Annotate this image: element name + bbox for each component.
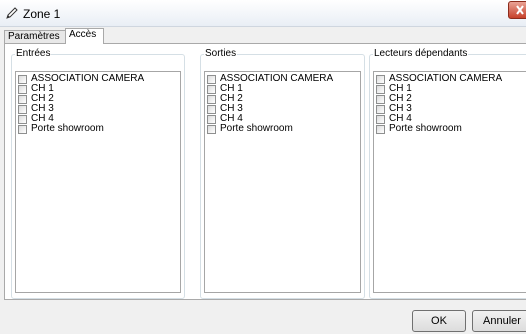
close-icon (516, 5, 524, 15)
pencil-icon (5, 6, 19, 20)
window-title: Zone 1 (23, 7, 61, 21)
group-lecteurs-title: Lecteurs dépendants (374, 48, 468, 59)
checkbox-icon[interactable] (376, 74, 385, 84)
checkbox-icon[interactable] (207, 94, 216, 104)
checkbox-icon[interactable] (18, 114, 27, 124)
list-item-label: Porte showroom (389, 123, 462, 134)
checkbox-icon[interactable] (376, 84, 385, 94)
checkbox-icon[interactable] (18, 84, 27, 94)
checkbox-icon[interactable] (376, 94, 385, 104)
checkbox-icon[interactable] (207, 84, 216, 94)
cancel-button[interactable]: Annuler (472, 310, 526, 332)
group-entrees: Entrées ASSOCIATION CAMERA CH 1 CH 2 CH … (11, 48, 185, 299)
tab-acces[interactable]: Accès (65, 28, 104, 44)
checkbox-icon[interactable] (18, 74, 27, 84)
tab-parametres[interactable]: Paramètres (4, 30, 66, 43)
sorties-checklist[interactable]: ASSOCIATION CAMERA CH 1 CH 2 CH 3 CH 4 P… (204, 71, 361, 293)
checkbox-icon[interactable] (207, 104, 216, 114)
checkbox-icon[interactable] (18, 94, 27, 104)
list-item[interactable]: Porte showroom (376, 124, 526, 134)
entrees-checklist[interactable]: ASSOCIATION CAMERA CH 1 CH 2 CH 3 CH 4 P… (15, 71, 181, 293)
checkbox-icon[interactable] (376, 124, 385, 134)
tab-panel-acces: Entrées ASSOCIATION CAMERA CH 1 CH 2 CH … (4, 43, 526, 300)
list-item[interactable]: Porte showroom (207, 124, 358, 134)
checkbox-icon[interactable] (376, 114, 385, 124)
list-item-label: Porte showroom (220, 123, 293, 134)
checkbox-icon[interactable] (207, 124, 216, 134)
checkbox-icon[interactable] (207, 114, 216, 124)
checkbox-icon[interactable] (207, 74, 216, 84)
group-entrees-title: Entrées (16, 48, 51, 59)
button-bar: OK Annuler (0, 300, 526, 334)
ok-button[interactable]: OK (412, 310, 466, 332)
lecteurs-checklist[interactable]: ASSOCIATION CAMERA CH 1 CH 2 CH 3 CH 4 P… (373, 71, 526, 293)
checkbox-icon[interactable] (18, 124, 27, 134)
checkbox-icon[interactable] (376, 104, 385, 114)
checkbox-icon[interactable] (18, 104, 27, 114)
group-lecteurs-dependants: Lecteurs dépendants ASSOCIATION CAMERA C… (369, 48, 526, 299)
group-sorties: Sorties ASSOCIATION CAMERA CH 1 CH 2 CH … (200, 48, 365, 299)
tab-strip: Paramètres Accès (0, 27, 526, 44)
list-item[interactable]: Porte showroom (18, 124, 178, 134)
title-bar: Zone 1 (0, 0, 526, 27)
list-item-label: Porte showroom (31, 123, 104, 134)
group-sorties-title: Sorties (205, 48, 237, 59)
close-button[interactable] (508, 1, 526, 19)
